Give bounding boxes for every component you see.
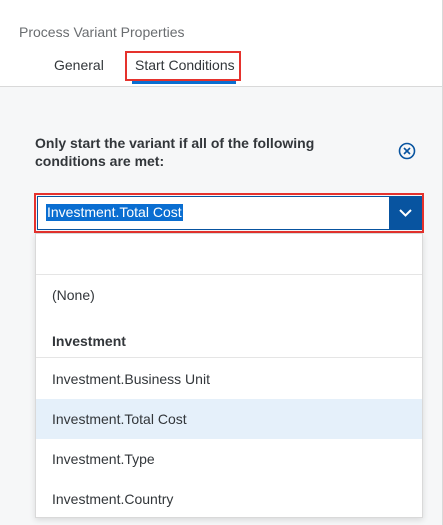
remove-circle-icon[interactable] xyxy=(396,140,418,162)
conditions-label: Only start the variant if all of the fol… xyxy=(35,135,315,169)
tab-start-conditions[interactable]: Start Conditions xyxy=(135,57,235,73)
dropdown-item-none[interactable]: (None) xyxy=(36,275,422,315)
tab-selected-indicator xyxy=(132,81,236,84)
panel-title: Process Variant Properties xyxy=(19,24,185,40)
dropdown-item-total-cost[interactable]: Investment.Total Cost xyxy=(36,399,422,439)
dropdown-group-header: Investment xyxy=(36,324,422,358)
dropdown-item-type[interactable]: Investment.Type xyxy=(36,439,422,479)
combobox-dropdown-list: (None) Investment Investment.Business Un… xyxy=(35,233,423,518)
dropdown-empty-row[interactable] xyxy=(36,234,422,275)
dropdown-item-country[interactable]: Investment.Country xyxy=(36,479,422,519)
combobox-value[interactable]: Investment.Total Cost xyxy=(46,204,183,221)
combobox-dropdown-button[interactable] xyxy=(389,196,422,230)
dropdown-item-business-unit[interactable]: Investment.Business Unit xyxy=(36,359,422,399)
condition-combobox[interactable]: Investment.Total Cost xyxy=(37,196,422,230)
tab-general[interactable]: General xyxy=(54,57,104,73)
panel-header: Process Variant Properties General Start… xyxy=(0,0,443,87)
chevron-down-icon xyxy=(399,209,412,217)
